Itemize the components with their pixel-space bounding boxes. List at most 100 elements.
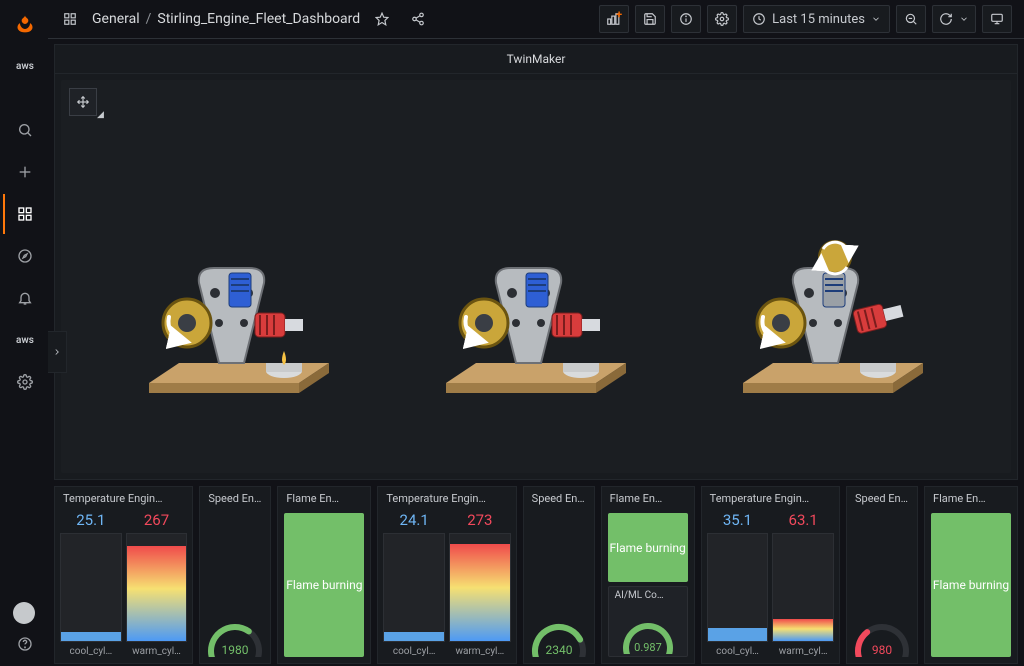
grafana-icon: [15, 14, 35, 34]
aiml-panel: AI/ML Co… 0.987: [608, 586, 688, 657]
scene-panel-title[interactable]: TwinMaker: [55, 45, 1017, 74]
gauge: 980: [852, 603, 912, 657]
nav-configuration[interactable]: [3, 362, 45, 402]
time-picker-label: Last 15 minutes: [772, 12, 865, 27]
time-picker-button[interactable]: Last 15 minutes: [743, 5, 890, 33]
temperature-panel[interactable]: Temperature Engin… 35.1 cool_cyl… 63.1 w…: [701, 486, 840, 664]
temperature-panel[interactable]: Temperature Engin… 25.1 cool_cyl… 267 wa…: [54, 486, 193, 664]
cool-bar: [707, 533, 769, 642]
speed-panel[interactable]: Speed En… 1980: [199, 486, 271, 664]
engine-3-metrics: Temperature Engin… 35.1 cool_cyl… 63.1 w…: [701, 486, 1018, 664]
gear-icon: [715, 12, 729, 26]
dashboard-body: TwinMaker View Options ◢: [48, 38, 1024, 666]
breadcrumb-root[interactable]: General: [92, 11, 140, 27]
nav-dashboards[interactable]: [3, 194, 45, 234]
side-nav: aws aws: [0, 0, 48, 666]
panel-title: Flame En…: [925, 487, 1017, 509]
engine-model: [723, 213, 943, 413]
dashboard-settings-button[interactable]: [707, 5, 737, 33]
user-avatar[interactable]: [13, 602, 35, 624]
warm-bar: [772, 533, 834, 642]
plus-icon: [17, 164, 33, 180]
nav-help[interactable]: [3, 630, 45, 658]
toggle-variables-button[interactable]: [48, 331, 67, 373]
add-panel-button[interactable]: +: [599, 5, 629, 33]
apps-icon: [63, 12, 77, 26]
clock-icon: [752, 12, 766, 26]
panel-title: Temperature Engin…: [55, 487, 192, 509]
gear-icon: [17, 374, 33, 390]
nav-create[interactable]: [3, 152, 45, 192]
svg-text:2340: 2340: [545, 643, 572, 657]
engine-model: [129, 213, 349, 413]
warm-bar: [126, 533, 188, 642]
cool-label: cool_cyl…: [393, 646, 436, 657]
dashboards-icon: [17, 206, 33, 222]
aiml-title: AI/ML Co…: [609, 587, 687, 604]
grafana-logo[interactable]: [3, 4, 45, 44]
engine-2-metrics: Temperature Engin… 24.1 cool_cyl… 273 wa…: [377, 486, 694, 664]
breadcrumb-page[interactable]: Stirling_Engine_Fleet_Dashboard: [157, 11, 360, 27]
nav-search[interactable]: [3, 110, 45, 150]
breadcrumb: General / Stirling_Engine_Fleet_Dashboar…: [92, 11, 360, 27]
gauge: 1980: [205, 603, 265, 657]
warm-label: warm_cyl…: [132, 646, 181, 657]
engine-models: [61, 80, 1011, 473]
refresh-picker-button[interactable]: [932, 5, 976, 33]
chevron-down-icon: [959, 14, 969, 24]
cool-label: cool_cyl…: [70, 646, 113, 657]
compass-icon: [17, 248, 33, 264]
cool-bar: [383, 533, 445, 642]
flame-status: Flame burning: [284, 513, 364, 657]
cool-value: 35.1: [723, 511, 752, 529]
cool-value: 24.1: [400, 511, 429, 529]
mark-favorite[interactable]: [368, 6, 396, 32]
nav-alerting[interactable]: [3, 278, 45, 318]
panel-title: Speed En…: [524, 487, 594, 509]
bell-icon: [17, 290, 33, 306]
cycle-view-mode-button[interactable]: [982, 5, 1012, 33]
dashboards-nav-icon[interactable]: [56, 6, 84, 32]
flame-status: Flame burning: [608, 513, 688, 582]
metrics-row: Temperature Engin… 25.1 cool_cyl… 267 wa…: [54, 486, 1018, 664]
warm-value: 63.1: [789, 511, 818, 529]
flame-panel[interactable]: Flame En… Flame burning AI/ML Co… 0.987: [601, 486, 695, 664]
help-icon: [17, 636, 33, 652]
panel-title: Temperature Engin…: [702, 487, 839, 509]
scene-panel: TwinMaker View Options ◢: [54, 44, 1018, 480]
warm-value: 267: [144, 511, 169, 529]
share-dashboard[interactable]: [404, 6, 432, 32]
cool-bar: [60, 533, 122, 642]
panel-title: Flame En…: [278, 487, 370, 509]
temperature-panel[interactable]: Temperature Engin… 24.1 cool_cyl… 273 wa…: [377, 486, 516, 664]
flame-panel[interactable]: Flame En… Flame burning: [924, 486, 1018, 664]
flame-status: Flame burning: [931, 513, 1011, 657]
save-dashboard-button[interactable]: [635, 5, 665, 33]
aws-logo-top[interactable]: aws: [3, 46, 45, 86]
star-icon: [375, 12, 389, 26]
save-icon: [643, 12, 657, 26]
scene-canvas[interactable]: ◢: [61, 80, 1011, 473]
zoom-out-icon: [904, 12, 918, 26]
cool-label: cool_cyl…: [716, 646, 759, 657]
svg-text:1980: 1980: [222, 643, 249, 657]
cool-value: 25.1: [76, 511, 105, 529]
panel-title: Flame En…: [602, 487, 694, 509]
monitor-icon: [990, 12, 1004, 26]
flame-panel[interactable]: Flame En… Flame burning: [277, 486, 371, 664]
gauge: 2340: [529, 603, 589, 657]
dashboard-insights-button[interactable]: [671, 5, 701, 33]
panel-title: Speed En…: [200, 487, 270, 509]
zoom-out-button[interactable]: [896, 5, 926, 33]
warm-label: warm_cyl…: [455, 646, 504, 657]
speed-panel[interactable]: Speed En… 2340: [523, 486, 595, 664]
aws-logo-mid[interactable]: aws: [3, 320, 45, 360]
panel-title: Speed En…: [847, 487, 917, 509]
gauge: 0.987: [618, 608, 678, 654]
svg-text:0.987: 0.987: [634, 641, 662, 654]
warm-label: warm_cyl…: [779, 646, 828, 657]
warm-value: 273: [467, 511, 492, 529]
speed-panel[interactable]: Speed En… 980: [846, 486, 918, 664]
nav-explore[interactable]: [3, 236, 45, 276]
breadcrumb-separator: /: [146, 11, 152, 27]
